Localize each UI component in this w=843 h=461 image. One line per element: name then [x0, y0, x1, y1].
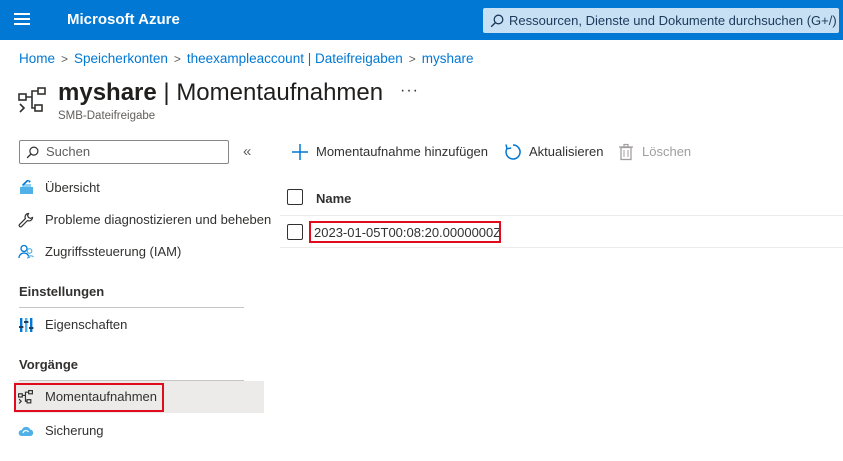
sidebar-item-label: Übersicht: [45, 180, 100, 195]
properties-icon: [19, 318, 34, 332]
breadcrumb: Home > Speicherkonten > theexampleaccount | …: [19, 51, 474, 66]
sidebar-item-label: Eigenschaften: [45, 317, 128, 332]
breadcrumb-home[interactable]: Home: [19, 51, 55, 66]
breadcrumb-myshare[interactable]: myshare: [422, 51, 474, 66]
snapshot-icon: [18, 87, 46, 113]
sidebar-item-diagnose[interactable]: Probleme diagnostizieren und beheben: [14, 205, 271, 235]
resource-name: myshare: [58, 79, 157, 106]
menu-icon[interactable]: [14, 13, 30, 27]
sidebar-item-iam[interactable]: Zugriffssteuerung (IAM): [14, 237, 264, 267]
refresh-icon: [505, 144, 521, 160]
sidebar-search-placeholder: Suchen: [46, 144, 91, 159]
section-divider: [19, 307, 244, 308]
add-snapshot-button[interactable]: Momentaufnahme hinzufügen: [291, 141, 488, 163]
wrench-icon: [18, 212, 34, 228]
brand-title[interactable]: Microsoft Azure: [67, 11, 180, 28]
row-checkbox[interactable]: [287, 224, 303, 240]
blade-name: Momentaufnahmen: [176, 79, 384, 106]
breadcrumb-file-shares[interactable]: theexampleaccount | Dateifreigaben: [187, 51, 403, 66]
global-search-placeholder: Ressourcen, Dienste und Dokumente durchs…: [509, 13, 837, 28]
more-options-button[interactable]: ···: [400, 82, 419, 100]
refresh-label: Aktualisieren: [529, 144, 604, 159]
table-header-divider: [280, 215, 843, 216]
snapshot-row-highlight: [309, 221, 501, 243]
plus-icon: [292, 144, 308, 160]
cloud-backup-icon: [18, 426, 34, 436]
search-icon: [26, 146, 39, 159]
people-icon: [18, 244, 34, 259]
breadcrumb-separator: >: [61, 52, 69, 66]
snapshot-nav-highlight: [14, 383, 164, 412]
search-icon: [490, 14, 504, 28]
add-snapshot-label: Momentaufnahme hinzufügen: [316, 144, 489, 159]
page-title: myshare | Momentaufnahmen: [58, 79, 383, 107]
breadcrumb-separator: >: [408, 52, 416, 66]
refresh-button[interactable]: Aktualisieren: [504, 141, 603, 163]
breadcrumb-storage-accounts[interactable]: Speicherkonten: [74, 51, 168, 66]
column-header-name[interactable]: Name: [316, 191, 351, 206]
collapse-sidebar-button[interactable]: «: [243, 143, 251, 160]
sidebar-search-input[interactable]: Suchen: [19, 140, 229, 164]
sidebar-item-properties[interactable]: Eigenschaften: [14, 310, 264, 340]
breadcrumb-separator: >: [173, 52, 181, 66]
sidebar-item-label: Probleme diagnostizieren und beheben: [45, 212, 272, 227]
sidebar-item-overview[interactable]: Übersicht: [14, 173, 264, 203]
delete-button[interactable]: Löschen: [617, 141, 691, 163]
table-row-divider: [280, 247, 843, 248]
resource-type-subtitle: SMB-Dateifreigabe: [58, 110, 156, 122]
top-bar: Microsoft Azure Ressourcen, Dienste und …: [0, 0, 843, 40]
sidebar-item-label: Zugriffssteuerung (IAM): [45, 244, 182, 259]
sidebar-item-backup[interactable]: Sicherung: [14, 416, 264, 446]
section-header-settings: Einstellungen: [19, 284, 105, 299]
trash-icon: [619, 143, 633, 161]
title-separator: |: [156, 79, 177, 106]
select-all-checkbox[interactable]: [287, 189, 303, 205]
sidebar-item-label: Sicherung: [45, 423, 104, 438]
section-header-operations: Vorgänge: [19, 357, 78, 372]
overview-icon: [20, 180, 33, 194]
delete-label: Löschen: [642, 144, 692, 159]
global-search-input[interactable]: Ressourcen, Dienste und Dokumente durchs…: [483, 8, 839, 33]
